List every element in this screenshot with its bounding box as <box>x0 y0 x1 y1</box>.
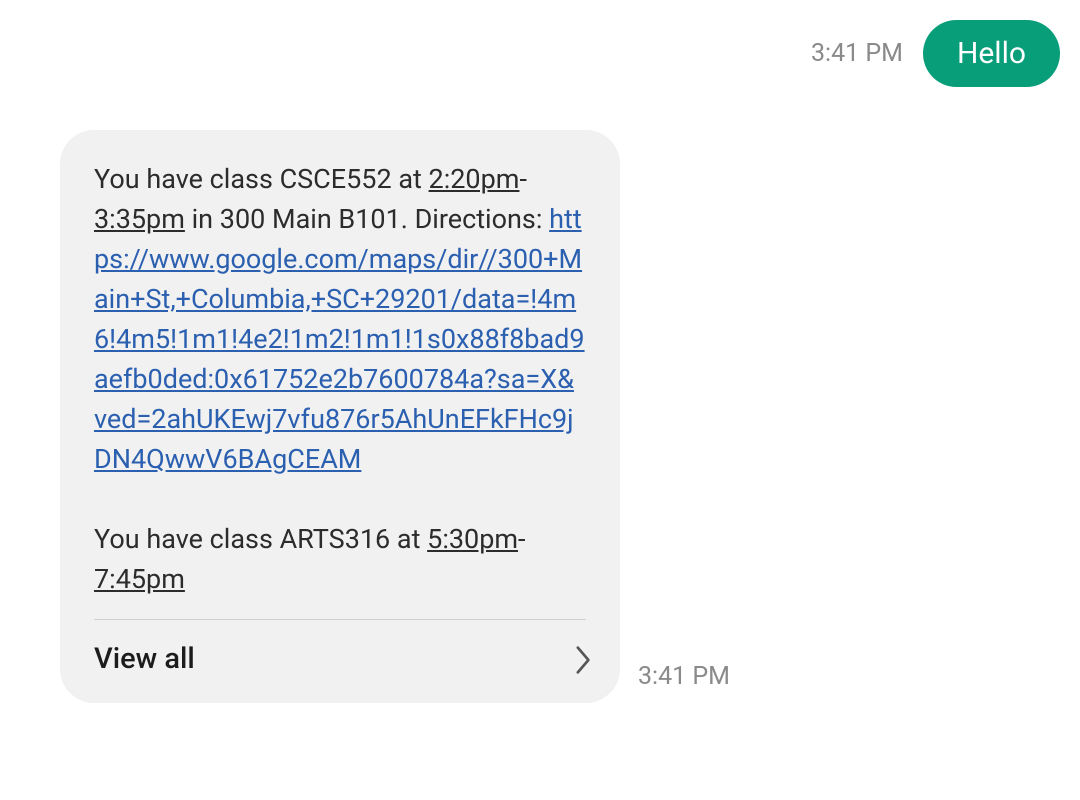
class1-location: in 300 Main B101. Directions: <box>185 203 549 235</box>
outgoing-text: Hello <box>957 36 1026 71</box>
class2-end-time[interactable]: 7:45pm <box>94 563 185 595</box>
incoming-text: You have class CSCE552 at 2:20pm-3:35pm … <box>60 160 620 619</box>
class2-start-time[interactable]: 5:30pm <box>427 523 518 555</box>
dash: - <box>519 163 526 195</box>
outgoing-message-row: 3:41 PM Hello <box>811 20 1060 87</box>
incoming-timestamp: 3:41 PM <box>638 662 730 703</box>
class1-prefix: You have class CSCE552 at <box>94 163 429 195</box>
incoming-message-row: You have class CSCE552 at 2:20pm-3:35pm … <box>60 130 730 703</box>
class1-end-time[interactable]: 3:35pm <box>94 203 185 235</box>
class2-prefix: You have class ARTS316 at <box>94 523 427 555</box>
directions-link[interactable]: https://www.google.com/maps/dir//300+Mai… <box>94 203 585 475</box>
outgoing-timestamp: 3:41 PM <box>811 39 903 68</box>
outgoing-bubble[interactable]: Hello <box>923 20 1060 87</box>
chevron-right-icon <box>574 645 594 675</box>
dash2: - <box>518 523 525 555</box>
view-all-label: View all <box>94 638 195 681</box>
class1-start-time[interactable]: 2:20pm <box>429 163 520 195</box>
incoming-bubble[interactable]: You have class CSCE552 at 2:20pm-3:35pm … <box>60 130 620 703</box>
view-all-button[interactable]: View all <box>60 620 620 703</box>
